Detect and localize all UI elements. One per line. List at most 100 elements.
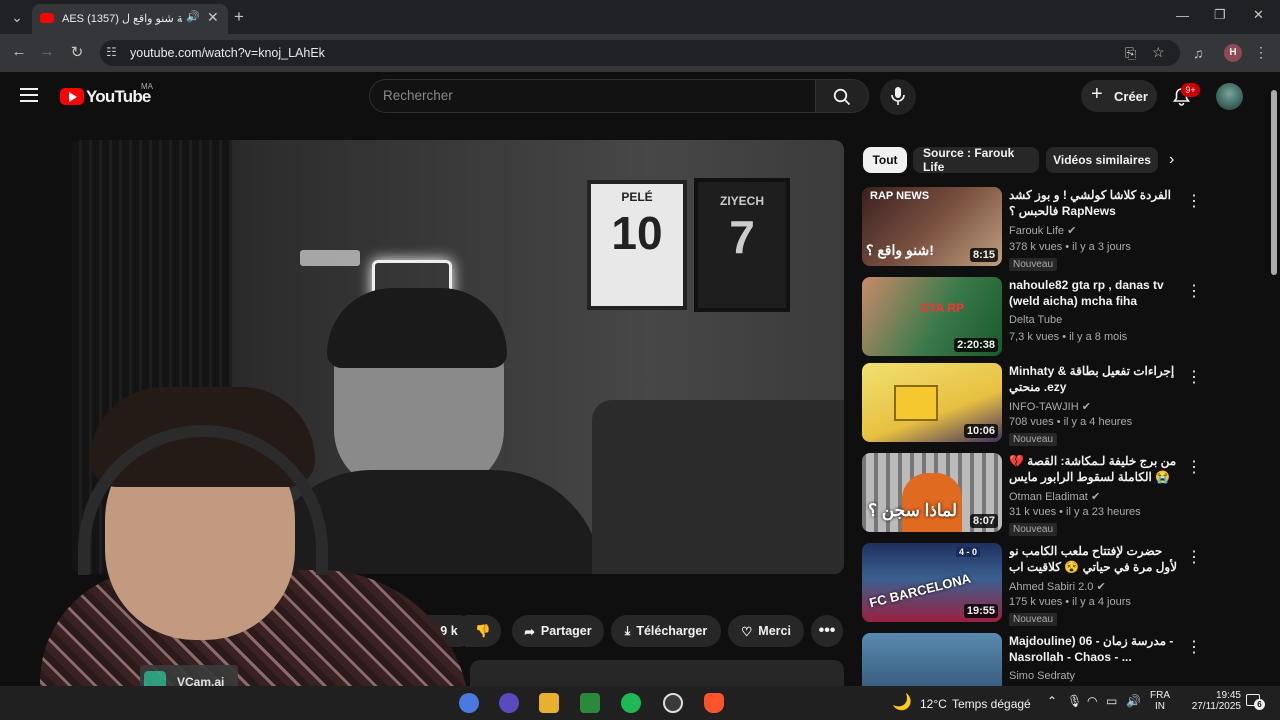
chrome-profile-app-icon[interactable] [499, 693, 519, 713]
youtube-play-logo-icon [60, 88, 84, 105]
item-menu-icon[interactable]: ⋮ [1186, 547, 1202, 567]
create-button[interactable]: + Créer [1081, 80, 1157, 112]
scrollbar-thumb[interactable] [1271, 90, 1277, 275]
browser-menu-icon[interactable]: ⋮ [1254, 44, 1268, 61]
notification-center-button[interactable]: 6 [1246, 694, 1265, 710]
wifi-icon[interactable]: ◠ [1087, 694, 1097, 708]
item-menu-icon[interactable]: ⋮ [1186, 637, 1202, 657]
item-menu-icon[interactable]: ⋮ [1186, 191, 1202, 211]
chip-similar[interactable]: Vidéos similaires [1046, 147, 1158, 173]
recommendation-item[interactable]: RAP NEWS شنو واقع ؟! 8:15 الفردة كلاشا ك… [862, 187, 1202, 271]
tray-mic-icon[interactable]: 🎙 [1067, 694, 1082, 708]
more-actions-button[interactable]: ••• [811, 615, 843, 647]
channel-name[interactable]: INFO-TAWJIH ✔ [1009, 400, 1091, 413]
video-shelf [300, 250, 360, 266]
recommendation-item[interactable]: 10:06 Minhaty & إجراءات تفعيل بطاقة منحت… [862, 363, 1202, 446]
channel-name[interactable]: Delta Tube [1009, 314, 1062, 326]
item-menu-icon[interactable]: ⋮ [1186, 367, 1202, 387]
forward-icon[interactable]: → [38, 43, 56, 60]
profile-avatar[interactable]: H [1224, 44, 1242, 62]
channel-name-text: Ahmed Sabiri 2.0 [1009, 581, 1094, 593]
weather-description[interactable]: Temps dégagé [952, 697, 1031, 711]
video-thumbnail[interactable]: GTA RP 2:20:38 [862, 277, 1002, 356]
chips-next-icon[interactable]: › [1169, 151, 1174, 169]
jersey-right-name: ZIYECH [719, 194, 764, 208]
input-language[interactable]: FRA IN [1150, 690, 1170, 712]
share-button[interactable]: ➦ Partager [512, 615, 604, 647]
obs-studio-icon[interactable] [663, 693, 683, 713]
verified-icon: ✔ [1081, 401, 1091, 413]
video-thumbnail[interactable] [862, 633, 1002, 686]
video-title[interactable]: من برج خليفة لـمكاشة: القصة 💔😭 الكاملة ل… [1009, 453, 1179, 487]
page-scrollbar[interactable] [1268, 80, 1280, 686]
url-text[interactable]: youtube.com/watch?v=knoj_LAhEk [130, 46, 325, 60]
dislike-button[interactable]: 👎 [465, 615, 501, 647]
video-title[interactable]: Minhaty & إجراءات تفعيل بطاقة منحتي .ezy [1009, 363, 1179, 395]
channel-name[interactable]: Farouk Life ✔ [1009, 224, 1076, 237]
description-box[interactable] [470, 660, 844, 686]
video-thumbnail[interactable]: RAP NEWS شنو واقع ؟! 8:15 [862, 187, 1002, 266]
voice-search-button[interactable] [880, 79, 916, 115]
video-thumbnail[interactable]: 10:06 [862, 363, 1002, 442]
brave-browser-icon[interactable] [704, 693, 724, 713]
window-maximize-icon[interactable]: ❐ [1214, 7, 1226, 23]
file-explorer-icon[interactable] [539, 693, 559, 713]
create-label: Créer [1114, 89, 1148, 104]
new-badge: Nouveau [1009, 523, 1058, 536]
tab-audio-icon[interactable]: 🔊 [186, 10, 200, 23]
video-person-hair [327, 288, 507, 368]
search-input[interactable]: Rechercher [369, 79, 816, 113]
channel-name[interactable]: Simo Sedraty [1009, 670, 1075, 682]
tab-close-icon[interactable]: ✕ [207, 9, 219, 26]
tray-chevron-icon[interactable]: ⌃ [1047, 694, 1057, 708]
weather-temperature[interactable]: 12°C [920, 697, 947, 711]
recommendation-item[interactable]: Majdouline) 06 - مدرسة زمان - Nasrollah … [862, 633, 1202, 686]
channel-name[interactable]: Ahmed Sabiri 2.0 ✔ [1009, 580, 1106, 593]
item-menu-icon[interactable]: ⋮ [1186, 281, 1202, 301]
thanks-label: Merci [758, 624, 791, 638]
video-thumbnail[interactable]: 4 - 0 FC BARCELONA 19:55 [862, 543, 1002, 622]
download-button[interactable]: ⤓ Télécharger [611, 615, 721, 647]
search-button[interactable] [815, 79, 869, 113]
video-title[interactable]: الفردة كلاشا كولشي ! و بوز كشد فالحبس ؟ … [1009, 187, 1179, 219]
youtube-logo[interactable]: YouTube MA [60, 82, 160, 108]
video-title[interactable]: nahoule82 gta rp , danas tv (weld aicha)… [1009, 277, 1179, 309]
window-minimize-icon[interactable]: — [1176, 8, 1189, 23]
account-avatar[interactable] [1216, 83, 1243, 110]
item-menu-icon[interactable]: ⋮ [1186, 457, 1202, 477]
new-tab-icon[interactable]: + [234, 7, 244, 27]
chrome-app-icon[interactable] [459, 693, 479, 713]
spotify-icon[interactable] [621, 693, 641, 713]
chip-all[interactable]: Tout [863, 147, 907, 173]
thumb-text: FC BARCELONA [867, 570, 973, 611]
recommendation-item[interactable]: GTA RP 2:20:38 nahoule82 gta rp , danas … [862, 277, 1202, 359]
recommendation-item[interactable]: لماذا سجن ؟ 8:07 من برج خليفة لـمكاشة: ا… [862, 453, 1202, 536]
new-badge: Nouveau [1009, 433, 1058, 446]
microphone-icon [891, 87, 905, 105]
battery-icon[interactable]: ▭ [1106, 694, 1117, 708]
thanks-button[interactable]: ♡ Merci [728, 615, 804, 647]
clock[interactable]: 19:45 27/11/2025 [1177, 690, 1241, 712]
volume-icon[interactable]: 🔊 [1126, 694, 1141, 708]
notifications-button[interactable]: 9+ [1171, 83, 1200, 107]
video-thumbnail[interactable]: لماذا سجن ؟ 8:07 [862, 453, 1002, 532]
terminal-app-icon[interactable] [580, 693, 600, 713]
recommendation-item[interactable]: 4 - 0 FC BARCELONA 19:55 حضرت لإفتتاح مل… [862, 543, 1202, 626]
back-icon[interactable]: ← [10, 43, 28, 60]
browser-tab[interactable]: AES حقيقة شنو واقع ل (1357) 🔊 ✕ [32, 4, 228, 34]
bookmark-star-icon[interactable]: ☆ [1152, 44, 1165, 61]
install-app-icon[interactable]: ⎘ [1125, 45, 1136, 62]
site-info-icon[interactable]: ☷ [106, 45, 117, 59]
chip-source[interactable]: Source : Farouk Life [913, 146, 1039, 174]
window-close-icon[interactable]: ✕ [1253, 7, 1264, 23]
video-title[interactable]: Majdouline) 06 - مدرسة زمان - Nasrollah … [1009, 633, 1179, 665]
video-meta: 175 k vues • il y a 4 jours [1009, 596, 1131, 608]
weather-moon-icon[interactable]: 🌙 [892, 692, 912, 712]
tab-search-dropdown-icon[interactable]: ⌄ [8, 9, 26, 26]
channel-name[interactable]: Otman Eladimat ✔ [1009, 490, 1100, 503]
reload-icon[interactable]: ↻ [68, 43, 86, 61]
video-title[interactable]: حضرت لإفتتاح ملعب الكامب نو لأول مرة في … [1009, 543, 1179, 577]
hamburger-menu-icon[interactable] [20, 88, 38, 102]
clock-date: 27/11/2025 [1191, 701, 1241, 712]
media-controls-icon[interactable]: ♫ [1193, 45, 1204, 61]
